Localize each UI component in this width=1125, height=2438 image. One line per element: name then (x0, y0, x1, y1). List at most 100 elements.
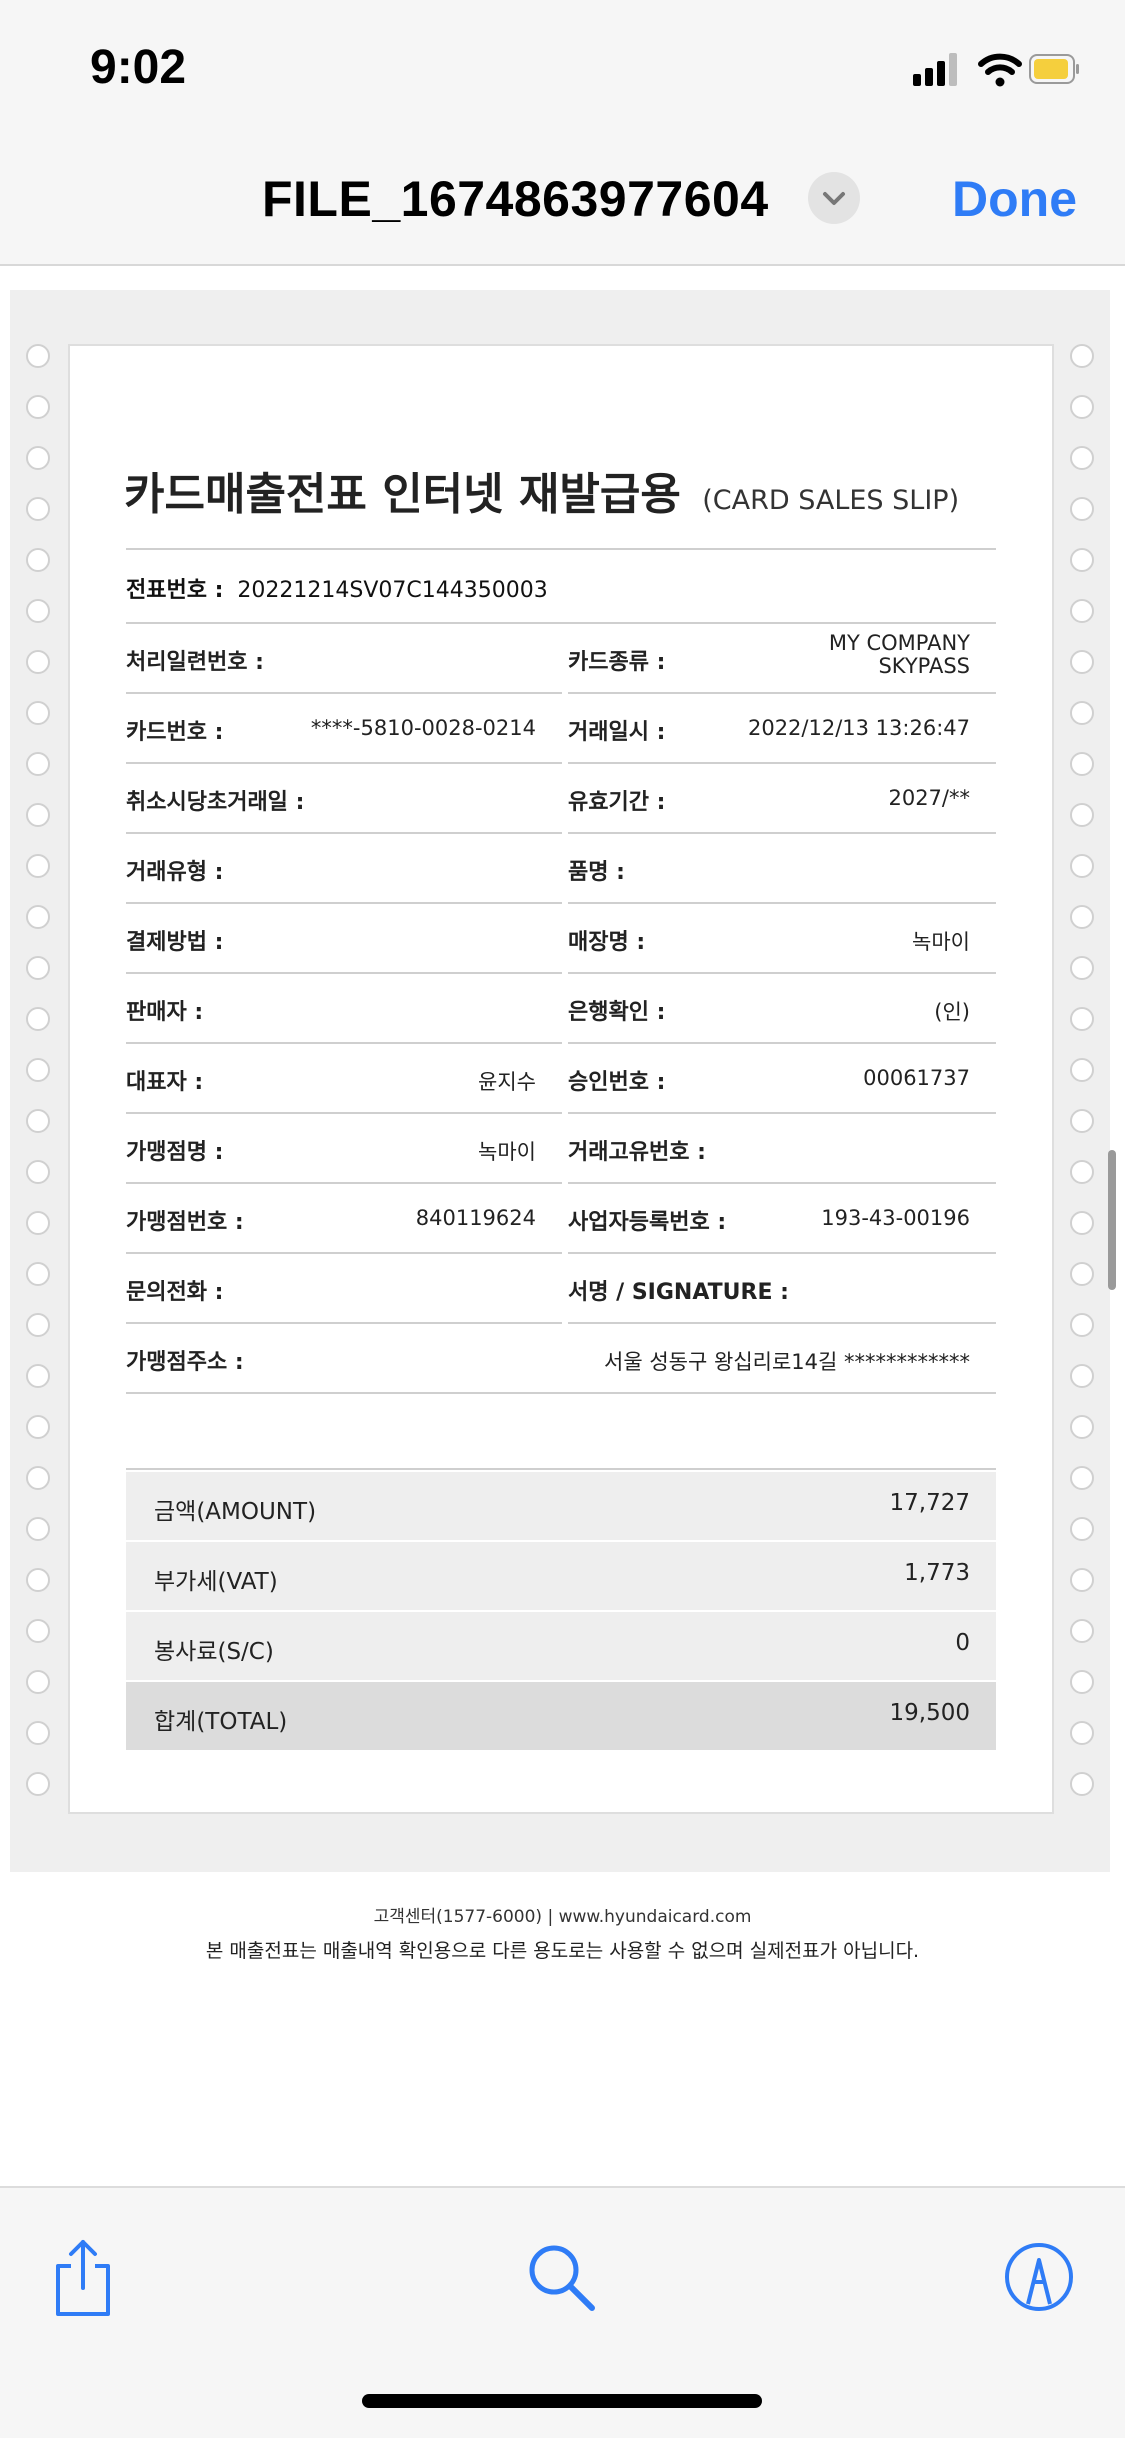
field-value: 녹마이 (478, 1140, 536, 1164)
field-label: 가맹점명 : (126, 1140, 224, 1165)
card-type-line2: SKYPASS (878, 654, 970, 678)
perforation-hole (1070, 1160, 1094, 1184)
slip-title: 카드매출전표 인터넷 재발급용 (CARD SALES SLIP) (124, 458, 959, 522)
field-label: 결제방법 : (126, 930, 224, 955)
amount-label: 금액(AMOUNT) (154, 1499, 317, 1525)
perforation-hole (26, 1772, 50, 1796)
field-transaction-datetime: 거래일시 : 2022/12/13 13:26:47 (568, 694, 996, 764)
field-cancel-original-date: 취소시당초거래일 : (126, 764, 562, 834)
field-card-type: 카드종류 : MY COMPANY SKYPASS (568, 624, 996, 694)
perforation-hole (26, 497, 50, 521)
field-approval-number: 승인번호 : 00061737 (568, 1044, 996, 1114)
perforation-hole (26, 1568, 50, 1592)
title-menu-button[interactable] (808, 172, 860, 224)
service-charge-row: 봉사료(S/C) 0 (126, 1610, 996, 1680)
disclaimer-line: 본 매출전표는 매출내역 확인용으로 다른 용도로는 사용할 수 없으며 실제전… (205, 1940, 920, 1962)
field-merchant-number: 가맹점번호 : 840119624 (126, 1184, 562, 1254)
perforation-hole (26, 752, 50, 776)
perforation-hole (26, 803, 50, 827)
slip-number-label: 전표번호 : (126, 578, 224, 603)
perforation-hole (1070, 548, 1094, 572)
wifi-icon (978, 53, 1022, 87)
perforation-hole (26, 905, 50, 929)
field-item-name: 품명 : (568, 834, 996, 904)
perforation-hole (1070, 905, 1094, 929)
perforation-hole (1070, 1466, 1094, 1490)
field-merchant-name: 가맹점명 : 녹마이 (126, 1114, 562, 1184)
total-value: 19,500 (889, 1700, 970, 1726)
perforation-hole (1070, 752, 1094, 776)
slip-title-en: (CARD SALES SLIP) (702, 485, 960, 516)
perforation-hole (1070, 446, 1094, 470)
field-value: 840119624 (415, 1206, 536, 1230)
field-merchant-address: 가맹점주소 : 서울 성동구 왕십리로14길 ************ (126, 1324, 996, 1394)
markup-button[interactable] (994, 2232, 1084, 2322)
field-value: 윤지수 (478, 1070, 536, 1094)
field-label: 거래고유번호 : (568, 1140, 706, 1165)
perforation-hole (26, 650, 50, 674)
field-label: 품명 : (568, 860, 625, 885)
field-label: 처리일련번호 : (126, 650, 264, 675)
field-seller: 판매자 : (126, 974, 562, 1044)
field-expiry: 유효기간 : 2027/** (568, 764, 996, 834)
perforation-hole (26, 1466, 50, 1490)
amount-row: 금액(AMOUNT) 17,727 (126, 1470, 996, 1540)
perforation-hole (1070, 803, 1094, 827)
service-charge-label: 봉사료(S/C) (154, 1639, 274, 1665)
markup-icon (1005, 2243, 1073, 2311)
vat-row: 부가세(VAT) 1,773 (126, 1540, 996, 1610)
perforation-hole (1070, 1517, 1094, 1541)
status-icons (913, 53, 1079, 87)
field-value: 녹마이 (912, 930, 970, 954)
field-label: 대표자 : (126, 1070, 204, 1095)
field-value: 서울 성동구 왕십리로14길 ************ (604, 1350, 970, 1374)
field-value: 00061737 (863, 1066, 970, 1090)
perforation-hole (1070, 395, 1094, 419)
field-label: 유효기간 : (568, 790, 666, 815)
perforation-hole (26, 1211, 50, 1235)
perforation-hole (1070, 1772, 1094, 1796)
field-bank-confirm: 은행확인 : (인) (568, 974, 996, 1044)
share-button[interactable] (38, 2232, 128, 2322)
perforation-hole (26, 446, 50, 470)
status-bar: 9:02 (0, 0, 1125, 130)
perforation-hole (26, 395, 50, 419)
divider (126, 548, 996, 550)
perforation-hole (1070, 1415, 1094, 1439)
field-label: 거래유형 : (126, 860, 224, 885)
field-transaction-type: 거래유형 : (126, 834, 562, 904)
perforation-left (26, 344, 52, 1823)
perforation-hole (26, 956, 50, 980)
file-title[interactable]: FILE_1674863977604 (262, 170, 769, 228)
perforation-hole (26, 1415, 50, 1439)
perforation-hole (1070, 650, 1094, 674)
scroll-indicator[interactable] (1108, 1150, 1116, 1290)
search-button[interactable] (516, 2232, 606, 2322)
done-button[interactable]: Done (952, 170, 1077, 228)
field-card-number: 카드번호 : ****-5810-0028-0214 (126, 694, 562, 764)
field-serial: 처리일련번호 : (126, 624, 562, 694)
field-value: 193-43-00196 (821, 1206, 970, 1230)
document-viewer[interactable]: 카드매출전표 인터넷 재발급용 (CARD SALES SLIP) 전표번호 :… (10, 290, 1110, 1872)
slip-number-row: 전표번호 : 20221214SV07C144350003 (126, 572, 548, 604)
perforation-hole (1070, 1211, 1094, 1235)
field-label: 가맹점번호 : (126, 1210, 244, 1235)
field-label: 사업자등록번호 : (568, 1210, 727, 1235)
card-type-line1: MY COMPANY (828, 631, 970, 655)
service-charge-value: 0 (955, 1630, 970, 1656)
field-label: 서명 / SIGNATURE : (568, 1280, 789, 1305)
perforation-hole (1070, 1109, 1094, 1133)
field-signature: 서명 / SIGNATURE : (568, 1254, 996, 1324)
perforation-hole (1070, 1364, 1094, 1388)
contact-line: 고객센터(1577-6000) | www.hyundaicard.com (373, 1907, 752, 1927)
search-icon (529, 2245, 595, 2311)
perforation-hole (1070, 599, 1094, 623)
perforation-hole (1070, 956, 1094, 980)
perforation-hole (1070, 1058, 1094, 1082)
perforation-hole (26, 1007, 50, 1031)
chevron-down-icon (823, 192, 845, 205)
slip-number: 20221214SV07C144350003 (237, 578, 548, 603)
perforation-hole (26, 701, 50, 725)
home-indicator[interactable] (362, 2394, 762, 2408)
perforation-hole (26, 1619, 50, 1643)
